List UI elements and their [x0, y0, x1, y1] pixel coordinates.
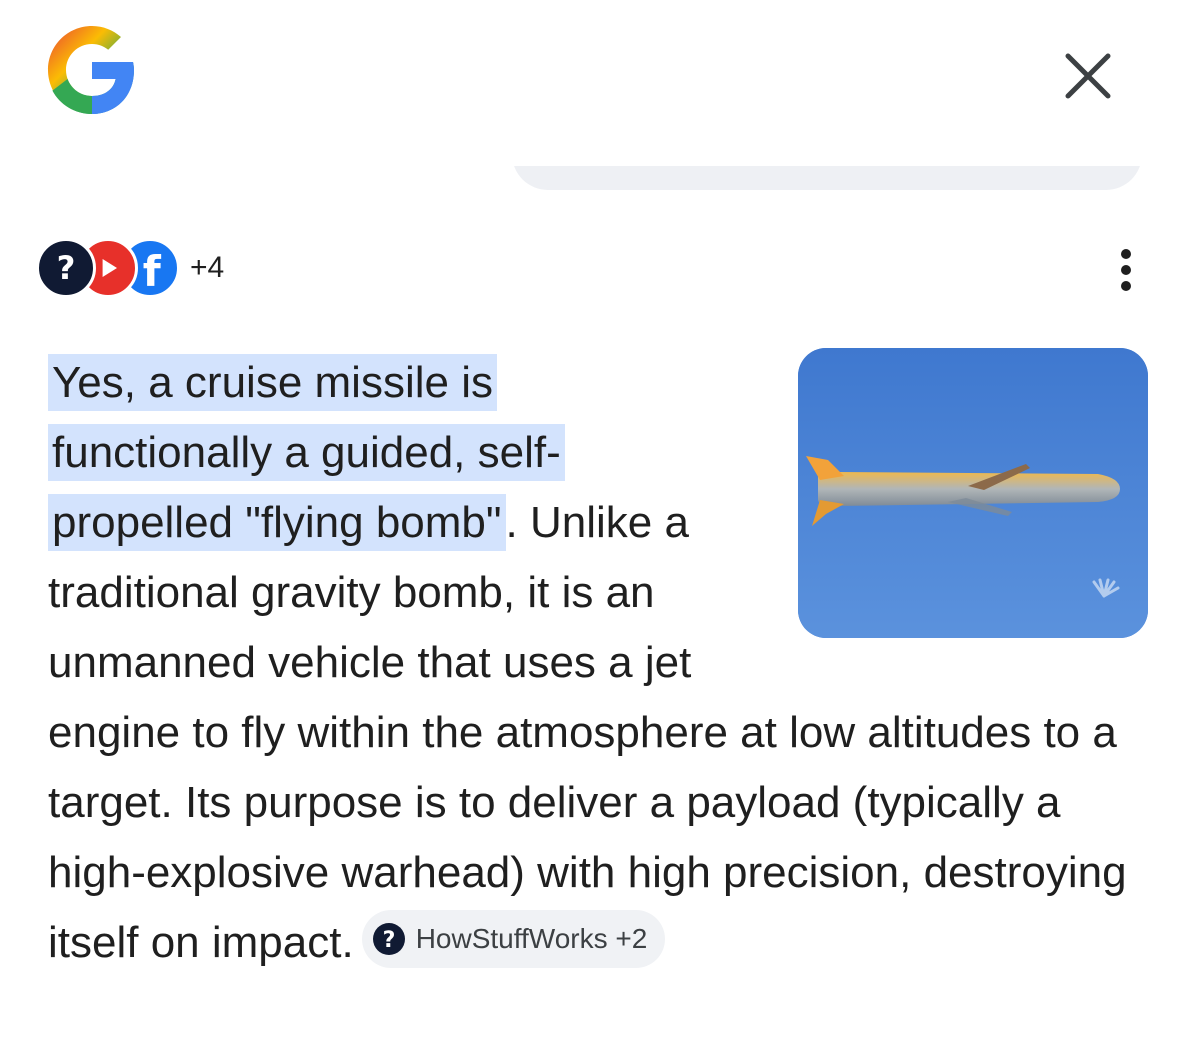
- google-logo-icon: [48, 26, 134, 114]
- howstuffworks-icon: ?: [372, 923, 405, 956]
- missile-image[interactable]: [798, 348, 1148, 638]
- svg-text:?: ?: [382, 928, 395, 953]
- more-sources-count: +4: [190, 251, 225, 284]
- more-vert-icon: [1121, 249, 1131, 291]
- close-icon: [1065, 53, 1111, 99]
- citation-label: HowStuffWorks +2: [415, 923, 648, 955]
- svg-text:f: f: [143, 248, 162, 295]
- answer-highlight-line-3: propelled "flying bomb": [48, 494, 506, 551]
- howstuffworks-icon: ?: [36, 238, 96, 298]
- more-options-button[interactable]: [1104, 244, 1148, 296]
- sources-button[interactable]: ? f +4: [36, 236, 224, 300]
- answer-highlight-line-2: functionally a guided, self-: [48, 424, 565, 481]
- ai-overview-answer: Yes, a cruise missile is functionally a …: [48, 348, 1148, 978]
- answer-highlight-line-1: Yes, a cruise missile is: [48, 354, 497, 411]
- close-button[interactable]: [1056, 44, 1120, 108]
- svg-text:?: ?: [57, 249, 76, 287]
- citation-chip[interactable]: ? HowStuffWorks +2: [361, 910, 666, 969]
